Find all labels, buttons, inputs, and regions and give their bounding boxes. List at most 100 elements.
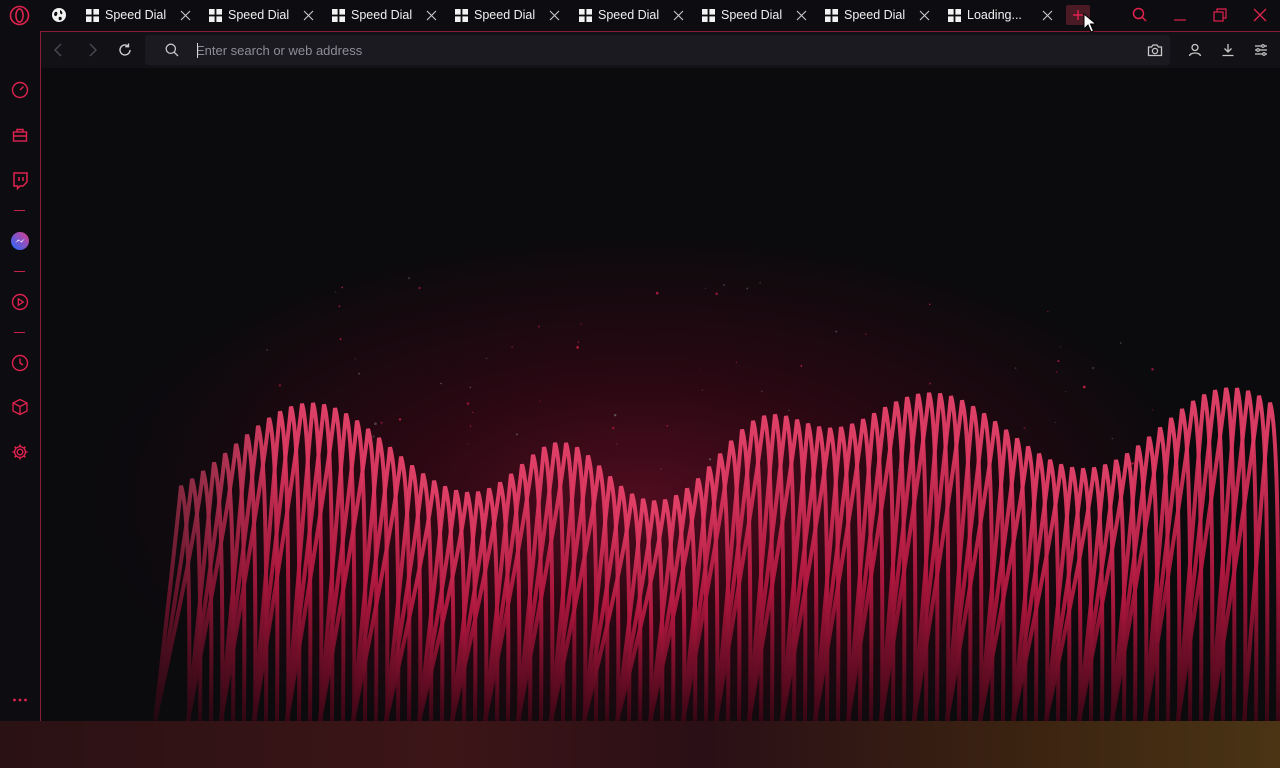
wallpaper-spark: [928, 303, 931, 306]
opera-logo-icon[interactable]: [9, 5, 30, 26]
speed-dial-icon: [455, 9, 468, 22]
bag-icon[interactable]: [10, 125, 30, 145]
wallpaper-spark: [1054, 421, 1056, 423]
wallpaper-spark: [1059, 346, 1062, 348]
tab-title: Speed Dial: [721, 8, 783, 22]
tab-speed-dial[interactable]: Speed Dial: [825, 0, 948, 31]
tab-title: Speed Dial: [351, 8, 413, 22]
close-window-icon[interactable]: [1250, 5, 1270, 25]
speed-dial-icon: [825, 9, 838, 22]
wallpaper-spark: [334, 291, 337, 293]
back-icon[interactable]: [50, 41, 68, 59]
wallpaper-spark: [612, 426, 615, 430]
wallpaper-spark: [704, 287, 707, 290]
speed-dial-icon: [86, 9, 99, 22]
wallpaper-spark: [467, 443, 469, 445]
wallpaper-ribbon: [714, 415, 775, 721]
wallpaper-spark: [943, 407, 945, 410]
wallpaper-spark: [655, 291, 659, 295]
wallpaper-spark: [539, 400, 541, 402]
profile-icon[interactable]: [1186, 41, 1204, 59]
speed-dial-icon: [702, 9, 715, 22]
speedometer-icon[interactable]: [10, 80, 30, 100]
wallpaper-spark: [1047, 310, 1049, 312]
wallpaper-spark: [1014, 367, 1017, 369]
speed-dial-icon: [332, 9, 345, 22]
tab-speed-dial[interactable]: Speed Dial: [332, 0, 455, 31]
tab-speed-dial[interactable]: Loading...: [948, 0, 1071, 31]
tab-speed-dial[interactable]: Speed Dial: [702, 0, 825, 31]
wallpaper-spark: [928, 382, 931, 385]
tab-title: Speed Dial: [228, 8, 290, 22]
wallpaper-spark: [338, 305, 341, 308]
sidebar-separator: [14, 210, 25, 211]
history-icon[interactable]: [10, 353, 30, 373]
address-bar[interactable]: [145, 35, 1170, 65]
wallpaper-spark: [971, 418, 973, 421]
wallpaper-spark: [1023, 427, 1026, 430]
player-icon[interactable]: [10, 292, 30, 312]
wallpaper-spark: [1131, 462, 1134, 465]
wallpaper-spark: [515, 433, 519, 436]
twitch-icon[interactable]: [10, 170, 30, 190]
wallpaper-spark: [538, 325, 540, 328]
forward-icon[interactable]: [83, 41, 101, 59]
wallpaper-spark: [835, 330, 838, 333]
tab-speed-dial[interactable]: Speed Dial: [209, 0, 332, 31]
wallpaper-spark: [666, 425, 669, 427]
wallpaper-spark: [660, 468, 662, 470]
close-tab-icon[interactable]: [549, 10, 560, 21]
close-tab-icon[interactable]: [673, 10, 684, 21]
wallpaper-spark: [471, 411, 474, 414]
wallpaper-image: [41, 68, 1280, 721]
download-icon[interactable]: [1219, 41, 1237, 59]
wallpaper-spark: [1057, 360, 1060, 363]
tab-title: Speed Dial: [474, 8, 536, 22]
more-icon[interactable]: [10, 690, 30, 710]
easy-setup-icon[interactable]: [1252, 41, 1270, 59]
wallpaper-spark: [1119, 342, 1122, 344]
speed-dial-page: [41, 68, 1280, 721]
wallpaper-spark: [761, 390, 763, 393]
wallpaper-spark: [708, 458, 712, 461]
wallpaper-spark: [339, 338, 342, 340]
tab-speed-dial[interactable]: Speed Dial: [455, 0, 578, 31]
close-tab-icon[interactable]: [796, 10, 807, 21]
wallpaper-spark: [380, 421, 383, 424]
wallpaper-spark: [614, 414, 617, 417]
wallpaper-spark: [787, 409, 790, 412]
wallpaper-spark: [1055, 371, 1058, 373]
close-tab-icon[interactable]: [180, 10, 191, 21]
address-input[interactable]: [196, 39, 1136, 61]
wallpaper-spark: [354, 358, 357, 360]
gear-icon[interactable]: [10, 442, 30, 462]
tab-speed-dial[interactable]: Speed Dial: [579, 0, 702, 31]
wallpaper-spark: [746, 287, 749, 290]
close-tab-icon[interactable]: [426, 10, 437, 21]
wallpaper-ribbon: [1242, 402, 1280, 721]
close-tab-icon[interactable]: [1042, 10, 1053, 21]
toolbar: [41, 32, 1280, 68]
search-tabs-icon[interactable]: [1130, 5, 1150, 25]
close-tab-icon[interactable]: [303, 10, 314, 21]
globe-icon: [52, 8, 66, 22]
wallpaper-spark: [374, 422, 377, 425]
minimize-icon[interactable]: [1170, 5, 1190, 25]
restore-icon[interactable]: [1210, 5, 1230, 25]
cube-icon[interactable]: [10, 397, 30, 417]
wallpaper-spark: [372, 435, 375, 438]
wallpaper-spark: [800, 365, 803, 367]
wallpaper-spark: [701, 389, 704, 391]
wallpaper-spark: [511, 346, 513, 348]
tab-speed-dial[interactable]: Speed Dial: [86, 0, 209, 31]
wallpaper-spark: [715, 292, 718, 295]
messenger-icon[interactable]: [10, 231, 30, 251]
reload-icon[interactable]: [116, 41, 134, 59]
taskbar-strip: [0, 721, 1280, 768]
camera-icon[interactable]: [1146, 41, 1164, 59]
wallpaper-spark: [1111, 437, 1114, 440]
wallpaper-spark: [1082, 385, 1086, 389]
tab-title: Speed Dial: [598, 8, 660, 22]
close-tab-icon[interactable]: [919, 10, 930, 21]
search-icon: [165, 43, 179, 57]
